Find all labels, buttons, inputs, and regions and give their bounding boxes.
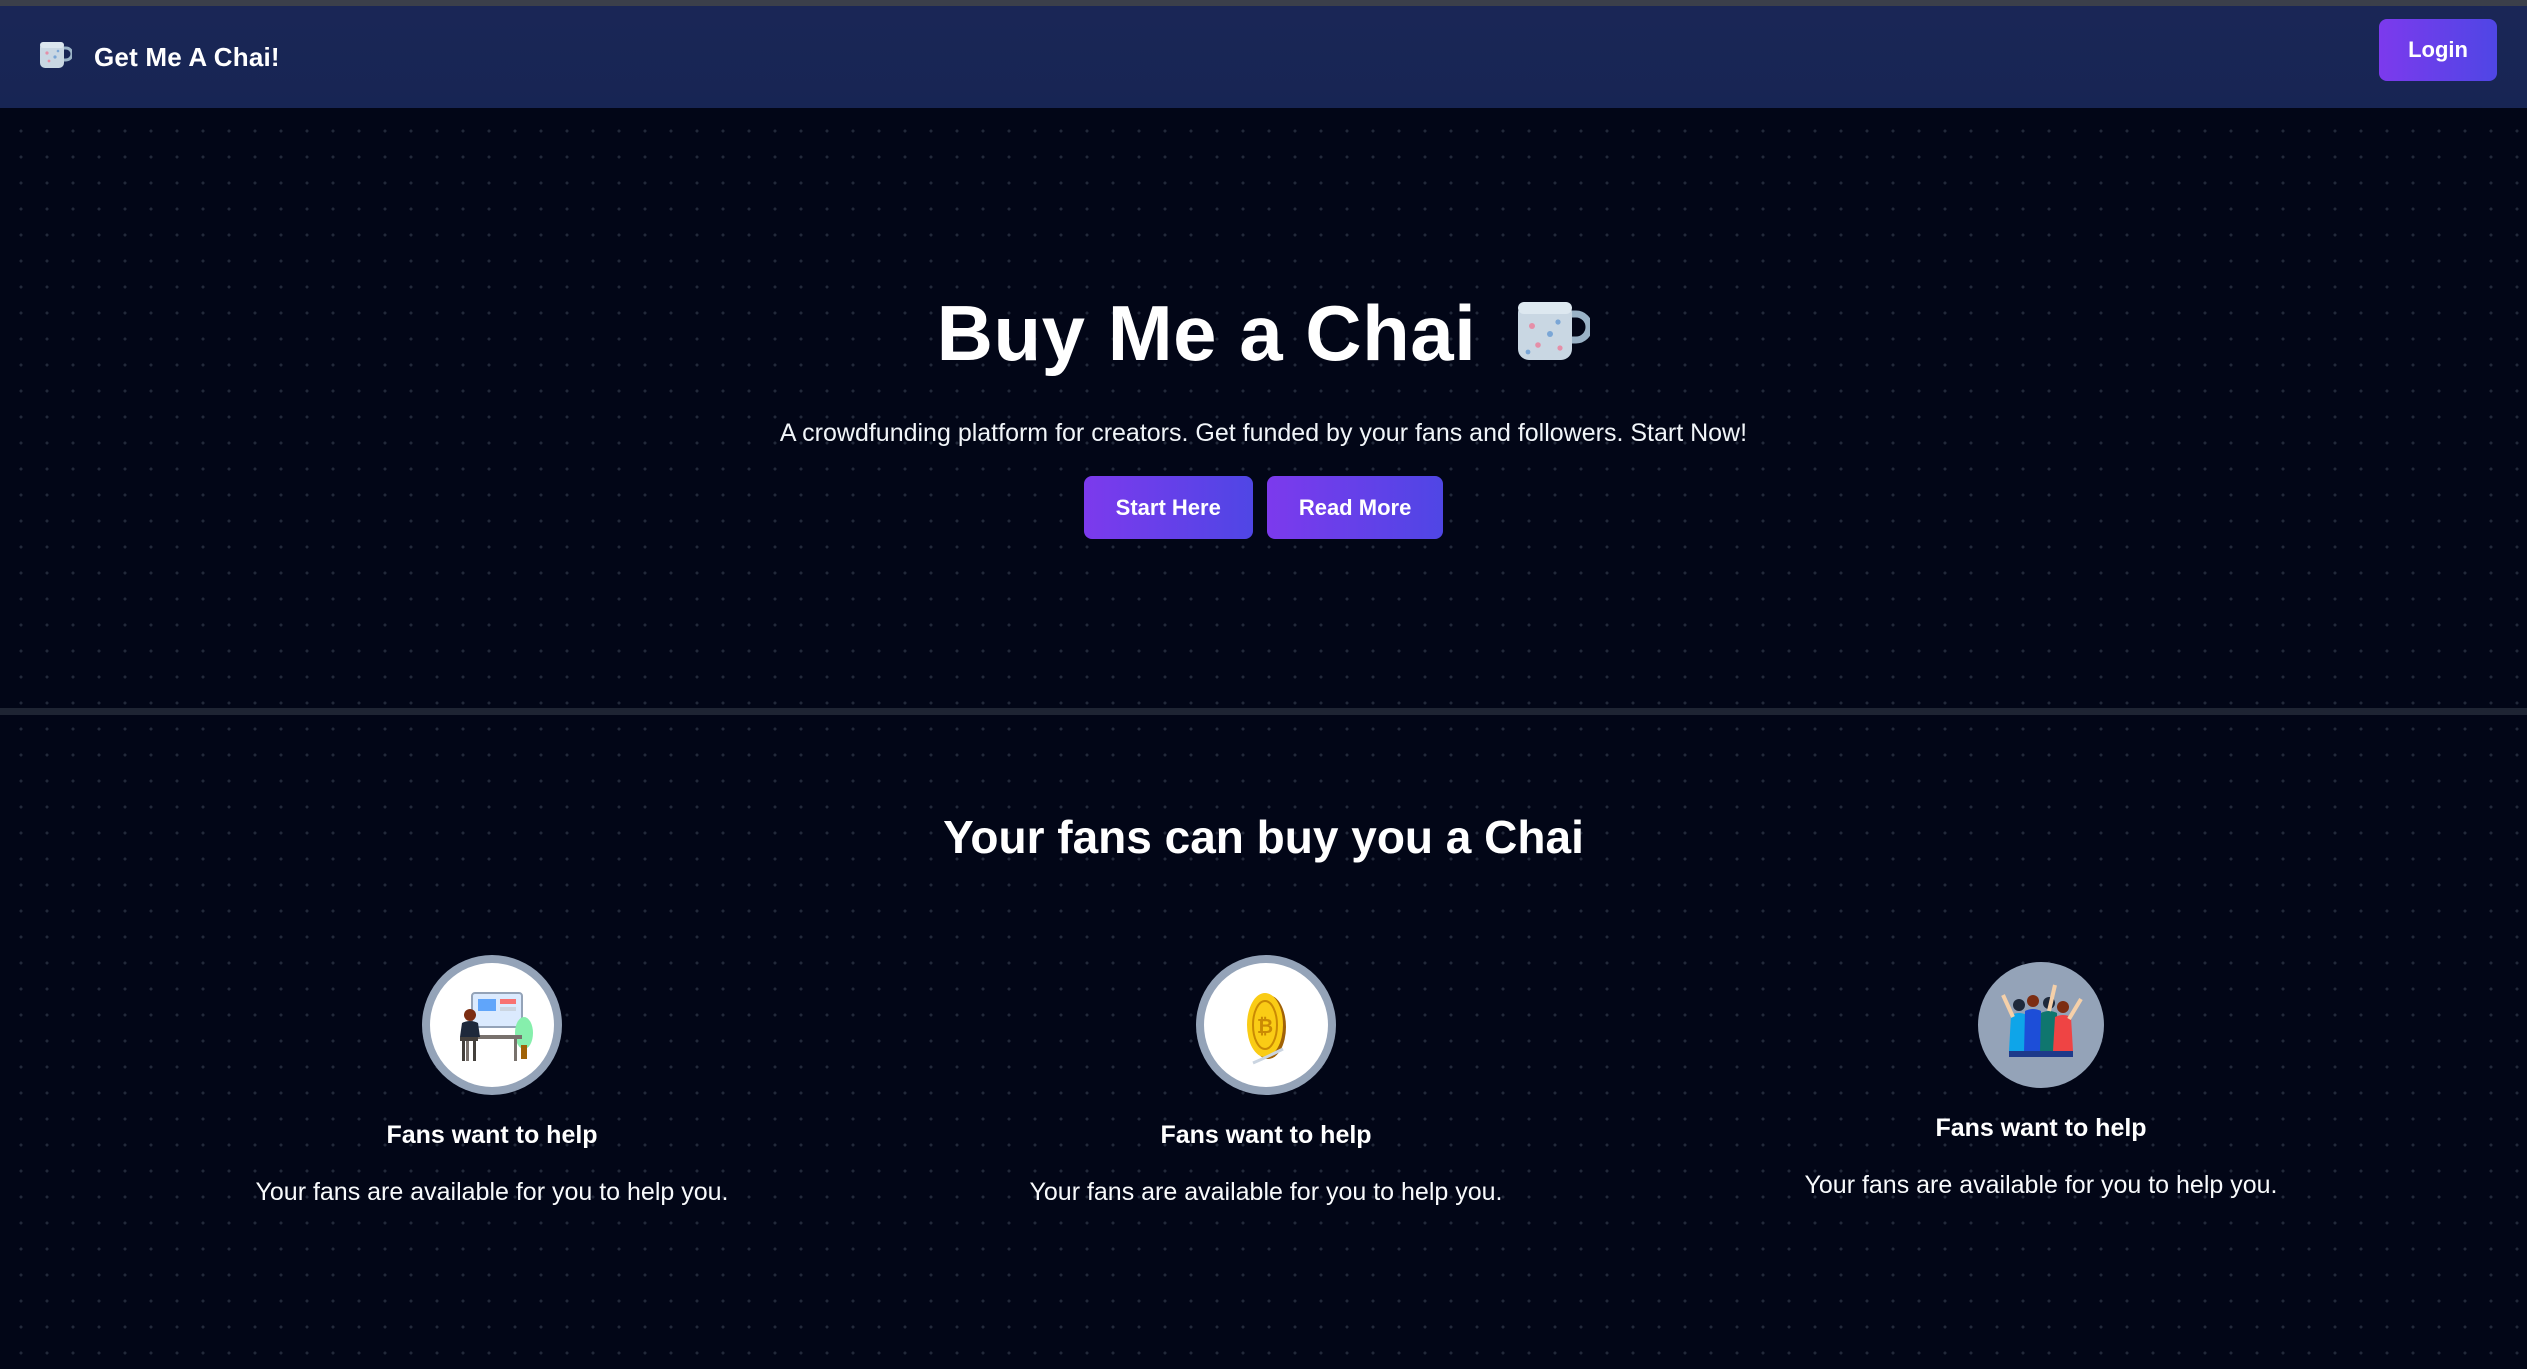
brand-title: Get Me A Chai! [94,41,280,72]
navbar: Get Me A Chai! Login [0,6,2527,108]
tea-cup-icon [38,40,74,75]
person-at-desk-icon [422,955,562,1095]
feature-title: Fans want to help [386,1121,598,1149]
feature-description: Your fans are available for you to help … [1804,1171,2278,1199]
tea-cup-icon [1514,298,1593,369]
read-more-button[interactable]: Read More [1266,476,1444,539]
hero-buttons: Start Here Read More [1083,476,1444,539]
feature-card: ₿ Fans want to help Your fans are availa… [986,955,1546,1207]
brand[interactable]: Get Me A Chai! [38,40,280,75]
feature-title: Fans want to help [1160,1121,1372,1149]
feature-card: Fans want to help Your fans are availabl… [212,955,772,1207]
hero-title: Buy Me a Chai [936,289,1477,377]
svg-text:₿: ₿ [1257,1014,1273,1038]
group-of-people-icon [1978,962,2104,1088]
main-content: Buy Me a Chai A crowdfunding platform fo… [0,108,2527,1369]
features-section: Your fans can buy you a Chai Fans want t… [0,715,2527,1369]
feature-description: Your fans are available for you to help … [1029,1178,1503,1206]
section-title: Your fans can buy you a Chai [943,811,1584,863]
feature-description: Your fans are available for you to help … [255,1178,729,1206]
hero-title-row: Buy Me a Chai [936,288,1593,379]
start-here-button[interactable]: Start Here [1083,476,1253,539]
feature-title: Fans want to help [1935,1114,2147,1142]
gold-coin-icon: ₿ [1196,955,1336,1095]
login-button[interactable]: Login [2379,19,2497,81]
feature-card: Fans want to help Your fans are availabl… [1761,962,2321,1200]
hero-section: Buy Me a Chai A crowdfunding platform fo… [0,108,2527,708]
hero-subtitle: A crowdfunding platform for creators. Ge… [779,419,1748,447]
section-divider [0,708,2527,715]
